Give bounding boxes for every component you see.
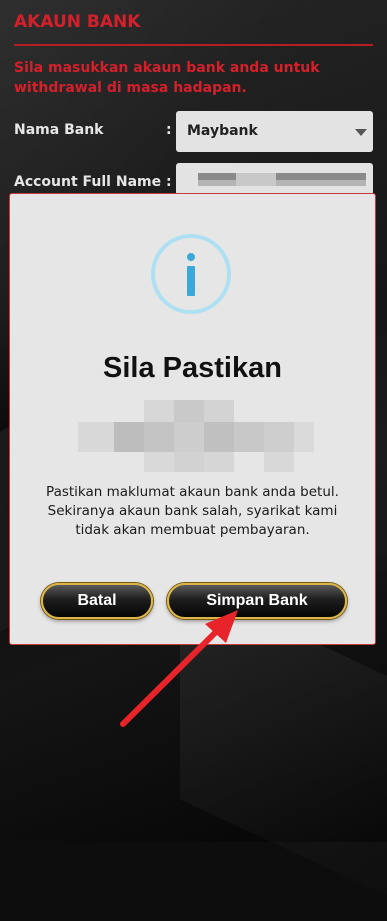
chevron-down-icon <box>355 129 367 136</box>
redacted-value <box>198 173 366 180</box>
bank-select-value: Maybank <box>187 123 258 139</box>
info-icon <box>151 234 231 314</box>
info-glyph-icon <box>187 253 195 296</box>
page-title: AKAUN BANK <box>14 12 141 32</box>
save-bank-button-label: Simpan Bank <box>206 592 308 609</box>
bank-select[interactable]: Maybank <box>176 111 373 152</box>
redacted-value <box>198 180 366 186</box>
confirm-dialog: Sila Pastikan Pastikan maklumat akaun ba… <box>9 193 376 645</box>
save-bank-button[interactable]: Simpan Bank <box>167 583 347 619</box>
dialog-title: Sila Pastikan <box>103 352 282 384</box>
bank-name-colon: : <box>166 122 172 138</box>
dialog-message: Pastikan maklumat akaun bank anda betul.… <box>46 484 339 538</box>
instructions-text: Sila masukkan akaun bank anda untuk with… <box>14 60 320 96</box>
cancel-button-label: Batal <box>77 592 117 609</box>
redacted-value <box>236 173 276 186</box>
cancel-button[interactable]: Batal <box>41 583 153 619</box>
account-name-field[interactable] <box>176 163 373 195</box>
bank-name-label: Nama Bank <box>14 122 104 138</box>
account-name-label: Account Full Name : <box>14 174 172 190</box>
title-divider <box>14 44 373 46</box>
